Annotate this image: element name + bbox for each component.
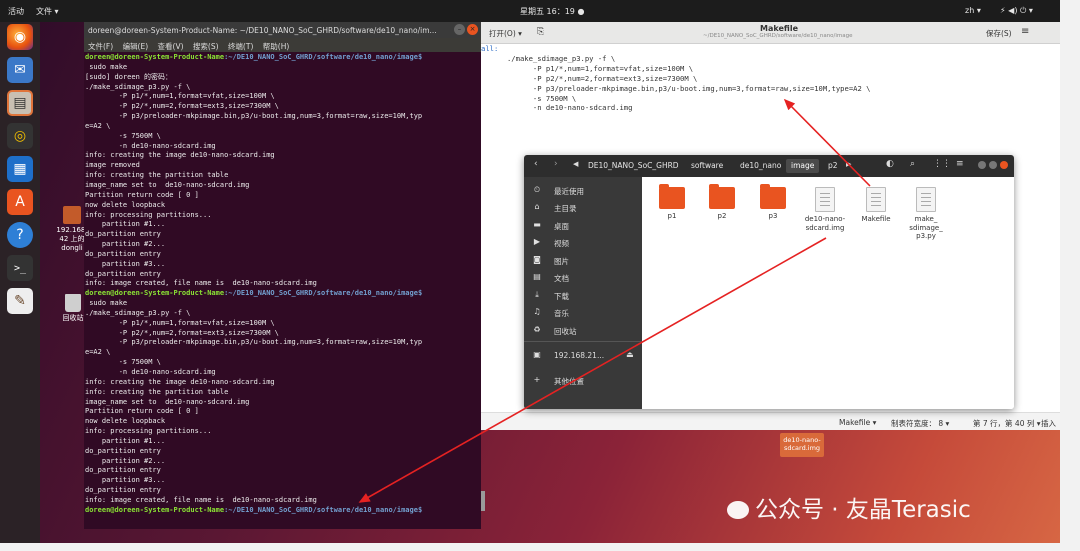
watermark: 公众号 · 友晶Terasic	[727, 490, 971, 524]
arrow-to-terminal-output	[358, 237, 827, 503]
wechat-icon	[727, 501, 749, 519]
screenshot-border	[1060, 0, 1080, 551]
screenshot-border	[0, 543, 1080, 551]
annotation-arrows	[358, 98, 871, 503]
arrow-to-makefile-line	[783, 98, 871, 187]
watermark-text: 公众号 · 友晶Terasic	[755, 497, 971, 523]
